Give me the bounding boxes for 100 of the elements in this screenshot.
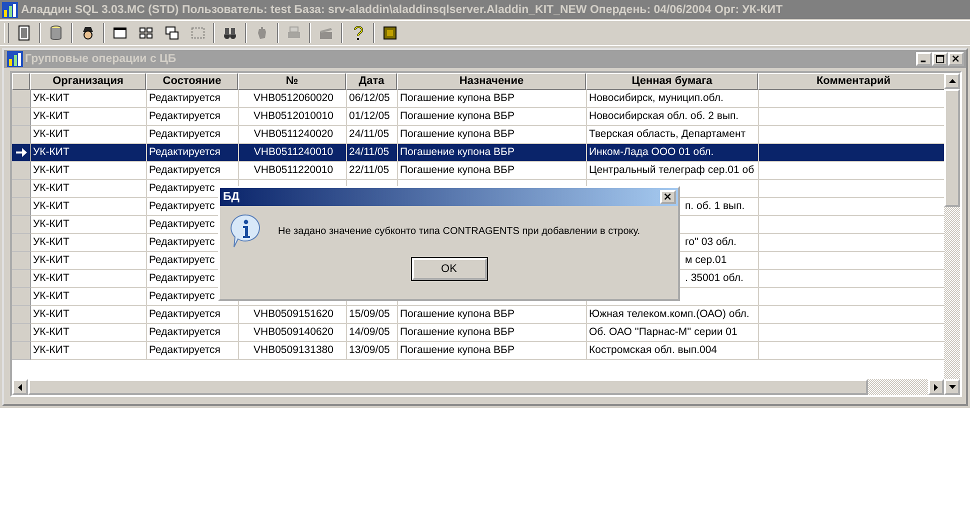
scroll-down-button[interactable] [944,379,960,395]
table-cell: УК-КИТ [33,146,70,158]
table-cell: УК-КИТ [33,236,70,248]
scroll-thumb[interactable] [944,89,960,207]
column-header[interactable]: Организация [30,73,146,90]
scroll-up-button[interactable] [944,73,960,89]
column-header[interactable]: Ценная бумага [586,73,758,90]
scroll-up-arrow-icon [948,79,956,83]
table-cell: VHB0509151620 [254,308,334,320]
table-cell: VHB0511240010 [254,146,334,158]
table-cell: VHB0512060020 [254,92,334,104]
info-icon [230,214,262,248]
maximize-button[interactable] [932,52,948,66]
row-header[interactable] [12,144,31,162]
close-icon [664,193,672,201]
table-cell: Редактируется [149,110,220,122]
table-row[interactable]: УК-КИТ Редактируется VHB0512060020 06/12/05 Погашение купона ВБР Новосибирск, муницип.обл. [12,90,944,108]
table-cell: УК-КИТ [33,110,70,122]
scroll-thumb[interactable] [28,379,868,395]
current-row-arrow-icon [16,148,26,157]
scroll-left-button[interactable] [12,379,28,395]
table-row[interactable]: УК-КИТ Редактируется VHB0509151620 15/09/05 Погашение купона ВБР Южная телеком.комп.(ОАО) обл. [12,306,944,324]
window-icon[interactable] [112,25,128,41]
message-text: Не задано значение субконто типа CONTRAGENTS при добавлении в строку. [278,226,640,236]
table-cell: 13/09/05 [349,344,390,356]
table-cell: Погашение купона ВБР [400,128,514,140]
table-cell: Южная телеком.комп.(ОАО) обл. [589,308,750,320]
minimize-button[interactable] [916,52,932,66]
table-cell: Новосибирск, муницип.обл. [589,92,724,104]
table-cell: Редактируетс [149,272,215,284]
database-icon[interactable] [48,25,64,41]
table-cell: Об. ОАО ''Парнас-М'' серии 01 [589,326,738,338]
table-cell: го'' 03 обл. [685,236,736,248]
table-cell: 01/12/05 [349,110,390,122]
table-cell: Погашение купона ВБР [400,326,514,338]
table-row[interactable]: УК-КИТ Редактируется VHB0511240010 24/11/05 Погашение купона ВБР Инком-Лада ООО 01 обл. [12,144,944,162]
close-icon [952,55,960,63]
table-cell: Погашение купона ВБР [400,308,514,320]
table-cell: VHB0511220010 [254,164,334,176]
table-cell: Погашение купона ВБР [400,344,514,356]
table-cell: Погашение купона ВБР [400,110,514,122]
maximize-icon [936,54,944,64]
hat-figure-icon[interactable] [80,25,96,41]
table-cell: 24/11/05 [349,146,390,158]
table-cell: 14/09/05 [349,326,390,338]
table-row[interactable]: УК-КИТ Редактируется VHB0511220010 22/11/05 Погашение купона ВБР Центральный телеграф сер.01 об [12,162,944,180]
window-title: Аладдин SQL 3.03.MC (STD) Пользователь: test База: srv-aladdin\aladdinsqlserver.Aladdin_KIT_NEW Опердень: 04/06/2004 Орг: УК-КИТ [21,4,783,16]
table-cell: Редактируется [149,146,220,158]
table-cell: VHB0509140620 [254,326,334,338]
cascade-windows-icon[interactable] [164,25,180,41]
table-cell: Новосибирская обл. об. 2 вып. [589,110,739,122]
table-cell: Костромская обл. вып.004 [589,344,718,356]
ok-button[interactable]: OK [412,258,486,280]
table-row[interactable]: УК-КИТ Редактируется VHB0509131380 13/09/05 Погашение купона ВБР Костромская обл. вып.004 [12,342,944,360]
table-cell: УК-КИТ [33,182,70,194]
column-header[interactable]: Назначение [397,73,586,90]
table-cell: Редактируетс [149,254,215,266]
scroll-down-arrow-icon [948,385,956,389]
table-cell: 24/11/05 [349,128,390,140]
table-cell: VHB0509131380 [254,344,334,356]
table-cell: Редактируется [149,128,220,140]
table-cell: Редактируется [149,164,220,176]
table-cell: УК-КИТ [33,344,70,356]
table-cell: УК-КИТ [33,308,70,320]
table-cell: УК-КИТ [33,200,70,212]
table-row[interactable]: УК-КИТ Редактируется VHB0512010010 01/12/05 Погашение купона ВБР Новосибирская обл. об. 2 вып. [12,108,944,126]
scroll-left-arrow-icon [18,384,22,390]
table-cell: Редактируетс [149,236,215,248]
table-cell: Погашение купона ВБР [400,146,514,158]
tile-windows-icon[interactable] [138,25,154,41]
table-cell: Инком-Лада ООО 01 обл. [589,146,714,158]
document-icon[interactable] [16,25,32,41]
column-header[interactable]: Дата [346,73,397,90]
table-cell: Редактируется [149,326,220,338]
table-cell: VHB0512010010 [254,110,334,122]
table-cell: Редактируетс [149,182,215,194]
table-cell: 15/09/05 [349,308,390,320]
table-row[interactable]: УК-КИТ Редактируется VHB0509140620 14/09/05 Погашение купона ВБР Об. ОАО ''Парнас-М'' серии 01 [12,324,944,342]
close-button[interactable] [948,52,964,66]
chip-icon[interactable] [382,25,398,41]
table-cell: УК-КИТ [33,254,70,266]
scroll-right-button[interactable] [928,379,944,395]
table-cell: УК-КИТ [33,290,70,302]
table-cell: УК-КИТ [33,164,70,176]
app-icon [7,51,23,67]
table-cell: Редактируется [149,308,220,320]
table-cell: УК-КИТ [33,92,70,104]
table-cell: 22/11/05 [349,164,390,176]
binoculars-icon[interactable] [222,25,238,41]
table-cell: УК-КИТ [33,326,70,338]
column-header[interactable]: Состояние [146,73,238,90]
table-cell: VHB0511240020 [254,128,334,140]
column-header[interactable]: Комментарий [758,73,944,90]
column-header[interactable]: № [238,73,346,90]
table-cell: Редактируетс [149,290,215,302]
table-cell: п. об. 1 вып. [685,200,745,212]
close-button[interactable] [660,190,676,204]
table-cell: Погашение купона ВБР [400,92,514,104]
app-icon [2,2,18,18]
table-cell: Тверская область, Департамент [589,128,746,140]
